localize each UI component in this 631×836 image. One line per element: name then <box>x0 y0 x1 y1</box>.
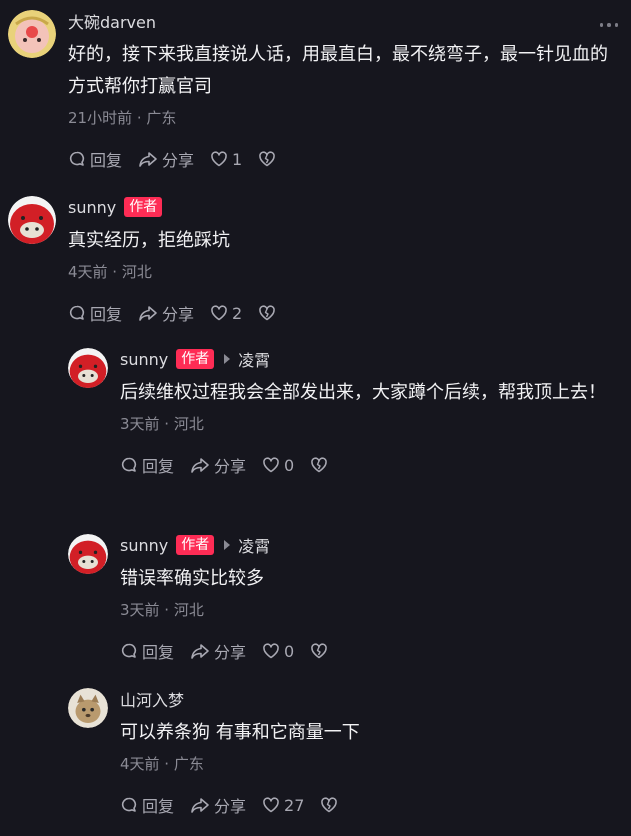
caret-right-icon <box>224 354 231 364</box>
heart-icon <box>263 797 279 813</box>
broken-heart-icon <box>259 305 276 321</box>
share-icon <box>191 458 209 473</box>
avatar[interactable] <box>68 534 108 574</box>
comment-meta: 21小时前 · 广东 <box>68 109 177 127</box>
share-label: 分享 <box>162 151 195 170</box>
like-count: 1 <box>232 149 243 169</box>
comment-icon <box>121 643 137 658</box>
dislike-button[interactable] <box>310 643 328 659</box>
comment-text: 错误率确实比较多 <box>120 568 264 589</box>
like-button[interactable]: 2 <box>210 304 242 323</box>
comment-meta: 3天前 · 河北 <box>120 601 204 619</box>
dislike-button[interactable] <box>258 305 276 321</box>
comment-icon <box>121 797 137 812</box>
reply-label: 回复 <box>90 151 123 170</box>
like-button[interactable]: 0 <box>262 642 294 661</box>
share-icon <box>191 644 209 659</box>
username[interactable]: sunny <box>120 350 168 369</box>
broken-heart-icon <box>311 643 328 659</box>
share-button[interactable]: 分享 <box>190 639 246 663</box>
comment-text: 后续维权过程我会全部发出来，大家蹲个后续，帮我顶上去！ <box>120 382 606 403</box>
avatar-image <box>68 348 108 388</box>
share-button[interactable]: 分享 <box>190 793 246 817</box>
username[interactable]: 大碗darven <box>68 9 156 33</box>
comment-text: 可以养条狗 有事和它商量一下 <box>120 722 360 743</box>
reply-to-username[interactable]: 凌霄 <box>238 533 270 557</box>
comment-meta: 4天前 · 广东 <box>120 755 204 773</box>
dislike-button[interactable] <box>310 457 328 473</box>
heart-icon <box>263 457 279 473</box>
share-button[interactable]: 分享 <box>138 301 194 325</box>
comment-icon <box>69 305 85 320</box>
dislike-button[interactable] <box>258 151 276 167</box>
like-count: 27 <box>284 795 305 815</box>
avatar-image <box>8 10 56 58</box>
reply-button[interactable]: 回复 <box>68 301 122 325</box>
dislike-button[interactable] <box>320 797 338 813</box>
reply-button[interactable]: 回复 <box>68 147 122 171</box>
avatar[interactable] <box>68 688 108 728</box>
like-button[interactable]: 0 <box>262 456 294 475</box>
broken-heart-icon <box>311 457 328 473</box>
avatar-image <box>8 196 56 244</box>
reply-label: 回复 <box>90 305 123 324</box>
caret-right-icon <box>224 540 231 550</box>
username[interactable]: 山河入梦 <box>120 687 184 711</box>
comment-icon <box>121 457 137 472</box>
comment-text: 好的，接下来我直接说人话，用最直白，最不绕弯子，最一针见血的方式帮你打赢官司 <box>68 44 608 97</box>
comment-meta: 3天前 · 河北 <box>120 415 204 433</box>
share-label: 分享 <box>162 305 195 324</box>
username[interactable]: sunny <box>68 198 116 217</box>
avatar-image <box>68 534 108 574</box>
share-icon <box>139 306 157 321</box>
comment-icon <box>69 151 85 166</box>
share-label: 分享 <box>214 457 247 476</box>
broken-heart-icon <box>321 797 338 813</box>
like-button[interactable]: 27 <box>262 796 304 815</box>
share-label: 分享 <box>214 643 247 662</box>
reply-button[interactable]: 回复 <box>120 453 174 477</box>
share-icon <box>191 798 209 813</box>
avatar[interactable] <box>68 348 108 388</box>
avatar[interactable] <box>8 10 56 58</box>
reply-label: 回复 <box>142 797 175 816</box>
broken-heart-icon <box>259 151 276 167</box>
avatar-image <box>68 688 108 728</box>
author-badge: 作者 <box>124 197 163 217</box>
reply-label: 回复 <box>142 643 175 662</box>
reply-button[interactable]: 回复 <box>120 793 174 817</box>
avatar[interactable] <box>8 196 56 244</box>
like-count: 2 <box>232 303 243 323</box>
like-count: 0 <box>284 455 295 475</box>
share-button[interactable]: 分享 <box>190 453 246 477</box>
author-badge: 作者 <box>176 535 215 555</box>
comment-text: 真实经历，拒绝踩坑 <box>68 230 230 251</box>
like-button[interactable]: 1 <box>210 150 242 169</box>
heart-icon <box>263 643 279 659</box>
share-icon <box>139 152 157 167</box>
reply-to-username[interactable]: 凌霄 <box>238 347 270 371</box>
reply-label: 回复 <box>142 457 175 476</box>
comment-meta: 4天前 · 河北 <box>68 263 152 281</box>
author-badge: 作者 <box>176 349 215 369</box>
heart-icon <box>211 151 227 167</box>
reply-button[interactable]: 回复 <box>120 639 174 663</box>
heart-icon <box>211 305 227 321</box>
like-count: 0 <box>284 641 295 661</box>
share-button[interactable]: 分享 <box>138 147 194 171</box>
share-label: 分享 <box>214 797 247 816</box>
username[interactable]: sunny <box>120 536 168 555</box>
